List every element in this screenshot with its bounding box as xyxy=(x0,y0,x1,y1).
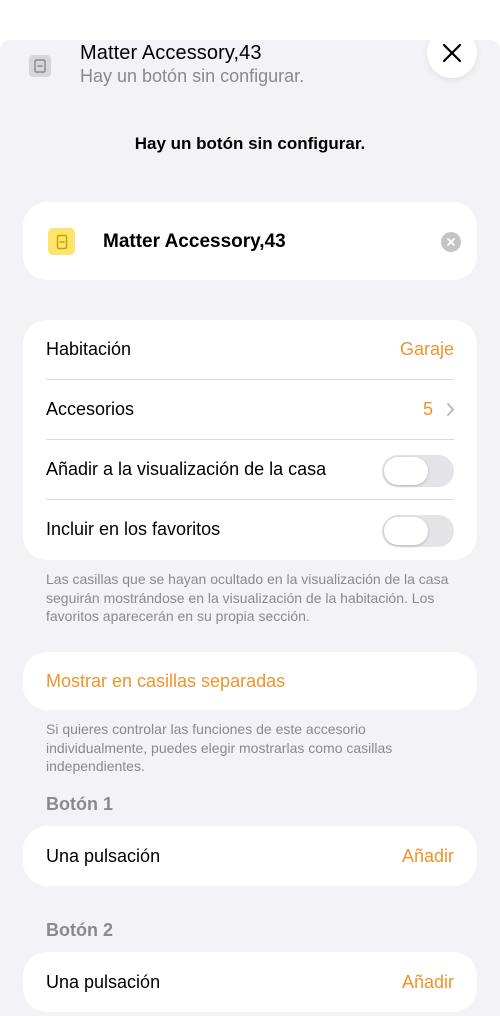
accessories-row[interactable]: Accesorios 5 xyxy=(23,380,477,440)
favorites-row: Incluir en los favoritos xyxy=(23,500,477,560)
room-label: Habitación xyxy=(46,339,132,359)
button-1-add[interactable]: Añadir xyxy=(402,846,454,867)
button-1-row[interactable]: Una pulsación Añadir xyxy=(23,826,477,886)
button-1-action-label: Una pulsación xyxy=(46,846,161,866)
home-view-row: Añadir a la visualización de la casa xyxy=(23,440,477,500)
accessory-settings-sheet: Matter Accessory,43 Hay un botón sin con… xyxy=(0,40,500,1016)
button-2-row[interactable]: Una pulsación Añadir xyxy=(23,952,477,1012)
separate-tiles-button[interactable]: Mostrar en casillas separadas xyxy=(23,652,477,710)
clear-text-button[interactable] xyxy=(441,232,461,252)
header-subtitle: Hay un botón sin configurar. xyxy=(80,66,305,86)
name-field[interactable]: Matter Accessory,43 xyxy=(23,202,477,280)
separate-tiles-footnote: Si quieres controlar las funciones de es… xyxy=(46,721,393,774)
close-icon xyxy=(442,43,462,63)
toggle-knob xyxy=(384,517,428,545)
accessories-label: Accesorios xyxy=(46,399,135,419)
home-view-toggle[interactable] xyxy=(382,455,454,487)
accessories-count: 5 xyxy=(422,399,433,419)
room-value: Garaje xyxy=(399,339,454,359)
toggle-knob xyxy=(384,457,428,485)
settings-footnote: Las casillas que se hayan ocultado en la… xyxy=(46,571,449,624)
close-button[interactable] xyxy=(427,40,477,78)
section-heading: Hay un botón sin configurar. xyxy=(134,134,366,153)
name-field-value[interactable]: Matter Accessory,43 xyxy=(103,231,286,253)
button-2-title: Botón 2 xyxy=(46,920,113,940)
room-row[interactable]: Habitación Garaje xyxy=(23,320,477,380)
button-1-title: Botón 1 xyxy=(46,794,113,814)
sheet-header: Matter Accessory,43 Hay un botón sin con… xyxy=(0,40,500,100)
switch-icon xyxy=(48,228,75,255)
chevron-right-icon xyxy=(447,403,454,416)
home-view-label: Añadir a la visualización de la casa xyxy=(46,459,327,479)
button-2-action-label: Una pulsación xyxy=(46,972,161,992)
separate-tiles-label: Mostrar en casillas separadas xyxy=(46,671,286,691)
button-2-add[interactable]: Añadir xyxy=(402,972,454,993)
clear-icon xyxy=(447,238,455,246)
favorites-toggle[interactable] xyxy=(382,515,454,547)
settings-card: Habitación Garaje Accesorios 5 Añadir a … xyxy=(23,320,477,560)
header-title: Matter Accessory,43 xyxy=(80,42,262,64)
switch-icon xyxy=(29,55,51,77)
favorites-label: Incluir en los favoritos xyxy=(46,519,221,539)
